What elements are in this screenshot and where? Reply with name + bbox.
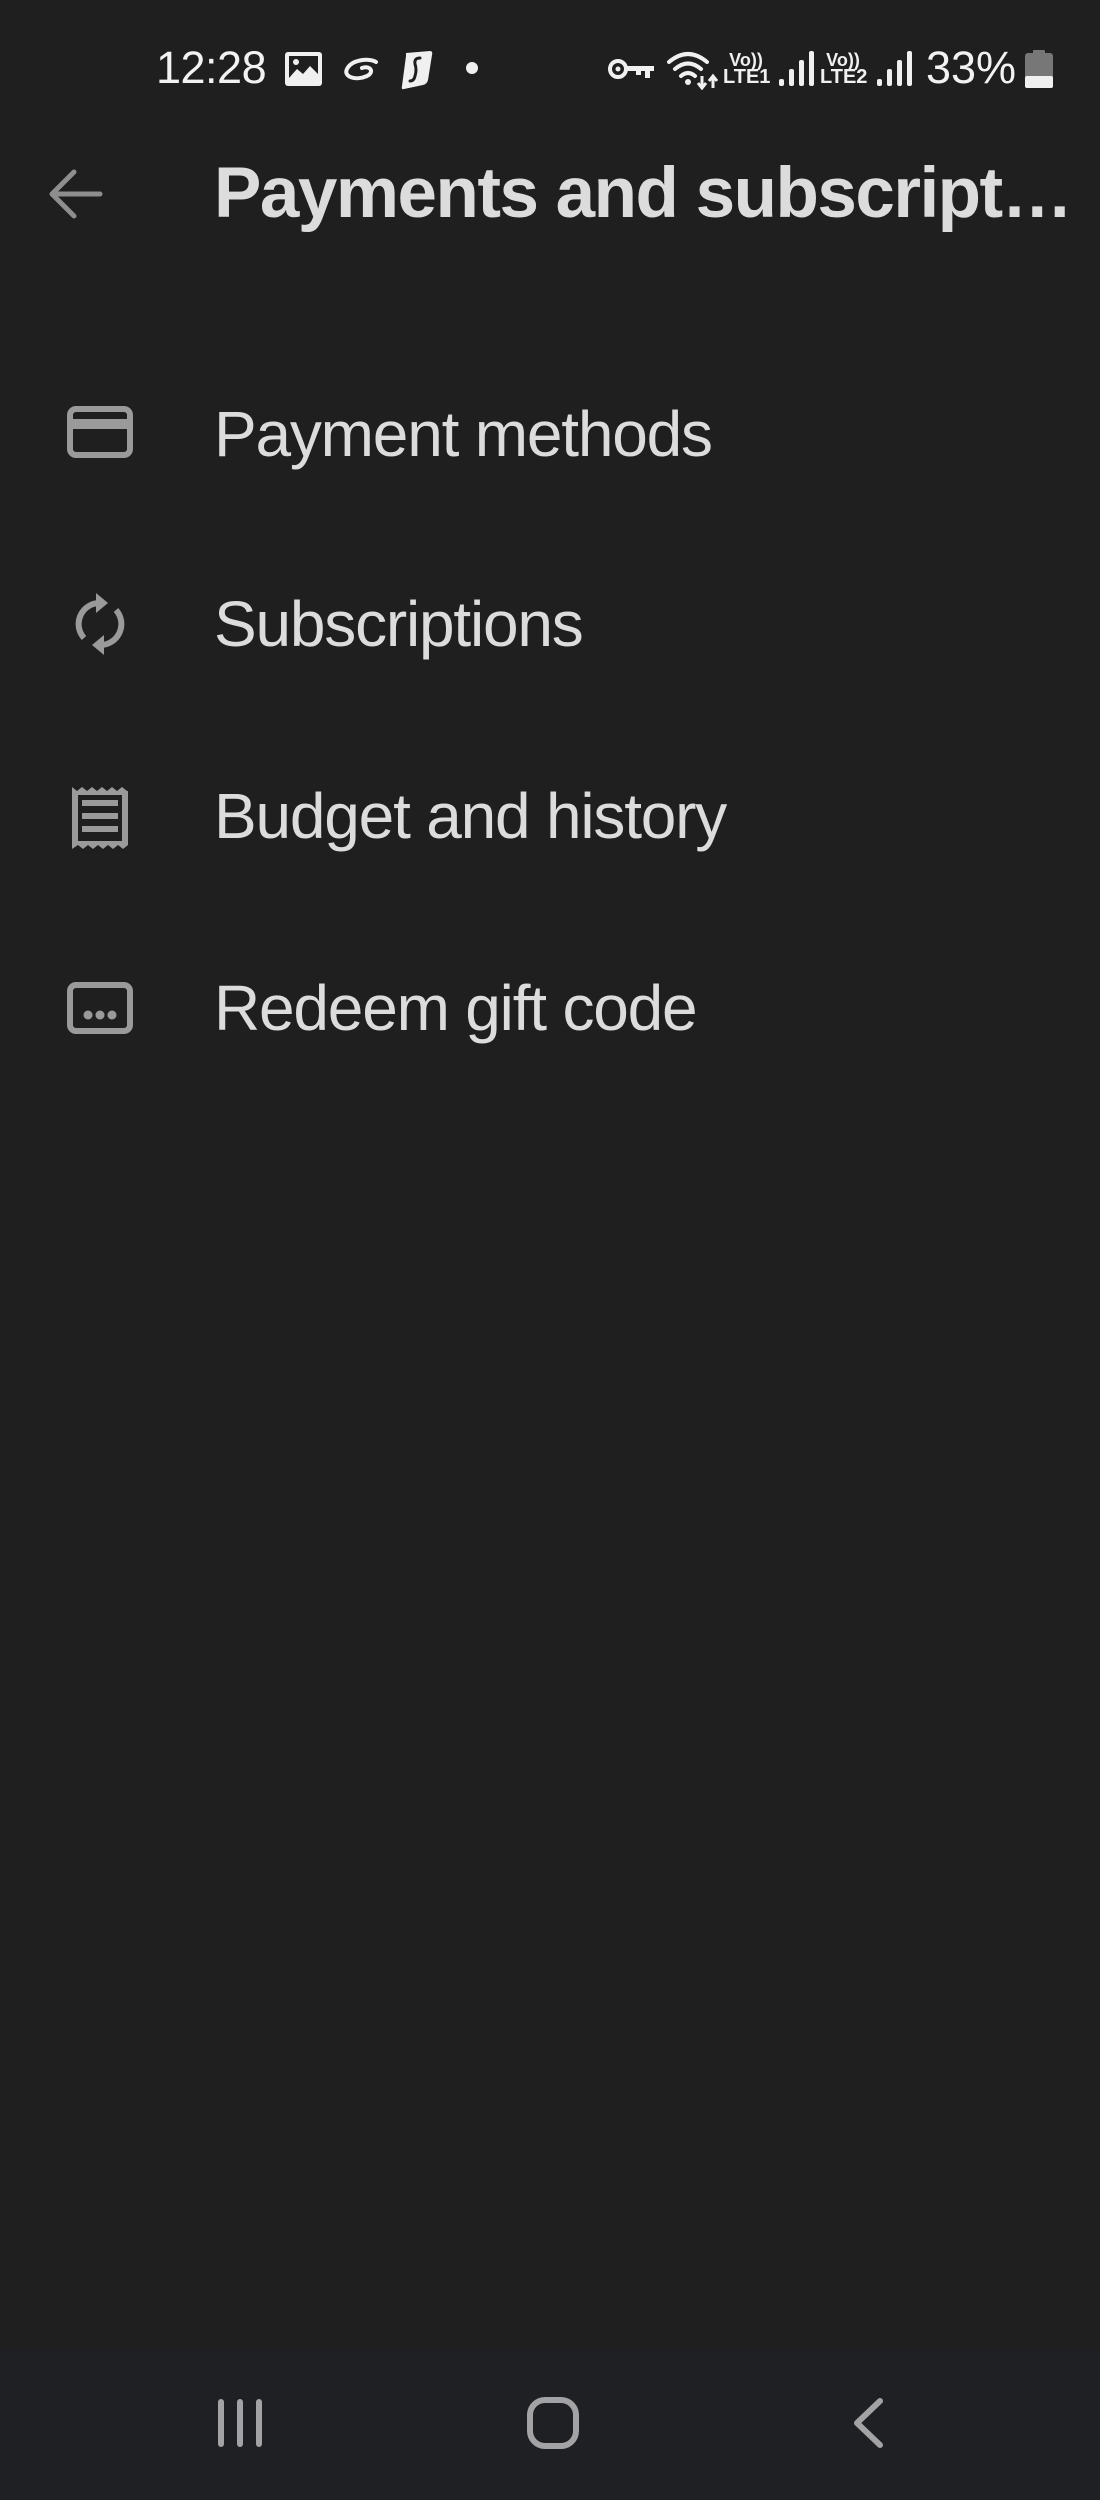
battery-level-fill	[1025, 76, 1053, 88]
nav-back-icon	[851, 2397, 885, 2454]
menu-item-label: Subscriptions	[214, 588, 584, 660]
nav-back-button[interactable]	[808, 2370, 928, 2480]
recents-icon	[217, 2398, 263, 2452]
volte-lte2-label: Vo)) LTE2	[820, 50, 868, 88]
menu-item-subscriptions[interactable]: Subscriptions	[0, 528, 1100, 718]
menu-item-label: Budget and history	[214, 780, 727, 852]
arrow-back-icon	[48, 168, 104, 225]
menu-item-budget-history[interactable]: Budget and history	[0, 720, 1100, 910]
menu-item-payment-methods[interactable]: Payment methods	[0, 338, 1100, 528]
wifi-data-icon	[666, 50, 720, 95]
signal-sim1-icon	[778, 51, 814, 92]
swirl-app-icon	[342, 56, 382, 89]
gallery-icon	[285, 52, 322, 91]
home-button[interactable]	[493, 2370, 613, 2480]
signal-sim2-icon	[876, 51, 912, 92]
surfshark-icon	[400, 50, 434, 95]
menu-item-label: Payment methods	[214, 398, 713, 470]
page-title: Payments and subscript…	[214, 154, 1073, 233]
system-navigation-bar	[0, 2350, 1100, 2500]
volte-lte1-label: Vo)) LTE1	[723, 50, 771, 88]
home-icon	[527, 2396, 579, 2454]
receipt-icon	[60, 778, 140, 858]
gift-code-icon	[60, 968, 140, 1048]
status-bar: 12:28 Vo)) LTE1 Vo)) LTE2 33%	[0, 0, 1100, 120]
recents-button[interactable]	[180, 2370, 300, 2480]
battery-icon	[1025, 50, 1053, 93]
menu-item-redeem-gift-code[interactable]: Redeem gift code	[0, 912, 1100, 1102]
battery-percent: 33%	[926, 42, 1017, 93]
status-time: 12:28	[156, 42, 267, 93]
vpn-key-icon	[608, 58, 656, 85]
menu-item-label: Redeem gift code	[214, 972, 698, 1044]
credit-card-icon	[60, 392, 140, 472]
more-notifications-dot	[466, 62, 478, 74]
back-button[interactable]	[36, 156, 116, 236]
sync-icon	[60, 584, 140, 664]
